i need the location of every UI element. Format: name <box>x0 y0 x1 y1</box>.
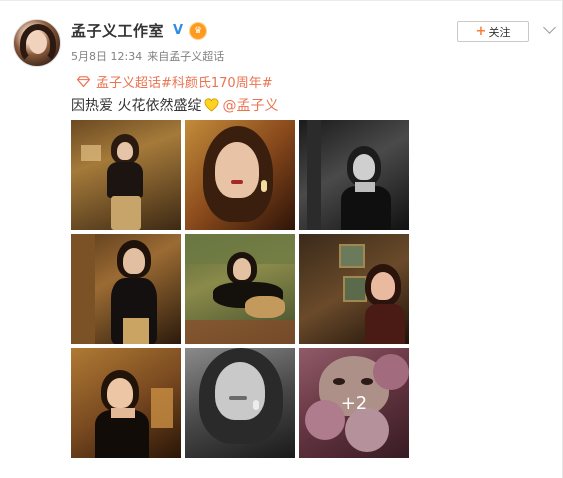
username[interactable]: 孟子义工作室 <box>71 20 164 41</box>
post-meta: 5月8日 12:34 来自 孟子义超话 <box>71 48 224 64</box>
photo-6[interactable] <box>299 234 409 344</box>
photo-1[interactable] <box>71 120 181 230</box>
post-date[interactable]: 5月8日 12:34 <box>71 48 142 64</box>
photo-8[interactable] <box>185 348 295 458</box>
member-crown-icon[interactable]: ♛ <box>189 21 208 40</box>
follow-button[interactable]: + 关注 <box>457 21 529 42</box>
photo-grid: +2 <box>71 120 410 460</box>
weibo-post-card: 孟子义工作室 V ♛ 5月8日 12:34 来自 孟子义超话 + 关注 孟子义超话… <box>0 0 563 478</box>
username-row: 孟子义工作室 V ♛ <box>71 20 208 41</box>
post-content: 因热爱 火花依然盛绽 @孟子义 <box>71 95 278 115</box>
follow-label: 关注 <box>488 25 511 39</box>
photo-4[interactable] <box>71 234 181 344</box>
avatar[interactable] <box>13 19 61 67</box>
photo-9[interactable]: +2 <box>299 348 409 458</box>
mention-link[interactable]: @孟子义 <box>222 95 278 115</box>
yellow-heart-icon <box>204 98 219 112</box>
photo-2[interactable] <box>185 120 295 230</box>
photo-7[interactable] <box>71 348 181 458</box>
topic-link[interactable]: 孟子义超话#科颜氏170周年# <box>96 72 273 91</box>
post-source[interactable]: 孟子义超话 <box>169 48 224 64</box>
source-prefix: 来自 <box>147 50 170 63</box>
super-topic-diamond-icon <box>77 76 90 87</box>
photo-3[interactable] <box>299 120 409 230</box>
plus-icon: + <box>475 24 487 39</box>
more-photos-count: +2 <box>340 392 368 414</box>
verified-v-icon[interactable]: V <box>171 23 186 38</box>
chevron-down-icon[interactable] <box>543 21 556 34</box>
more-photos-overlay[interactable]: +2 <box>299 348 409 458</box>
post-text: 因热爱 火花依然盛绽 <box>71 98 202 114</box>
topic-row: 孟子义超话#科颜氏170周年# <box>77 72 273 91</box>
avatar-face <box>29 32 47 54</box>
photo-5[interactable] <box>185 234 295 344</box>
